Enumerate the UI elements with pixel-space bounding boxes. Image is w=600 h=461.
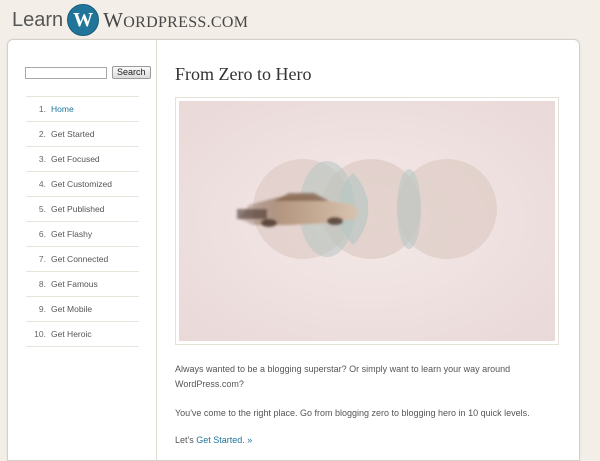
search-button[interactable]: Search (112, 66, 151, 79)
main-panel: Search 1. Home 2. Get Started 3. Get Focuse… (7, 39, 580, 461)
nav-item-get-famous[interactable]: 8. Get Famous (26, 272, 139, 297)
wordpress-logo-icon: W (67, 4, 100, 36)
search-input[interactable] (25, 66, 107, 79)
nav-item-get-focused[interactable]: 3. Get Focused (26, 147, 139, 172)
levels-paragraph: You've come to the right place. Go from … (175, 408, 530, 418)
nav-item-get-connected[interactable]: 7. Get Connected (26, 247, 139, 272)
logo-wordpress-text: WORDPRESS.COM (103, 7, 249, 32)
intro-paragraph: Always wanted to be a blogging superstar… (175, 364, 511, 389)
hero-illustration (179, 101, 555, 341)
get-started-paragraph: Let's Get Started. » (175, 435, 253, 445)
nav-item-get-published[interactable]: 5. Get Published (26, 197, 139, 222)
site-logo[interactable]: Learn W WORDPRESS.COM (12, 4, 248, 36)
hero-image (175, 97, 559, 345)
nav-item-get-mobile[interactable]: 9. Get Mobile (26, 297, 139, 322)
nav-item-get-customized[interactable]: 4. Get Customized (26, 172, 139, 197)
page-title: From Zero to Hero (175, 64, 312, 84)
sidebar: Search 1. Home 2. Get Started 3. Get Focuse… (8, 40, 157, 460)
nav-item-get-flashy[interactable]: 6. Get Flashy (26, 222, 139, 247)
lesson-nav: 1. Home 2. Get Started 3. Get Focused 4. Get… (26, 96, 139, 347)
nav-item-get-heroic[interactable]: 10. Get Heroic (26, 322, 139, 347)
search-form: Search (25, 66, 151, 79)
logo-learn-text: Learn (12, 8, 64, 31)
get-started-link[interactable]: Get Started. » (196, 435, 252, 445)
nav-item-get-started[interactable]: 2. Get Started (26, 122, 139, 147)
nav-item-home[interactable]: 1. Home (26, 97, 139, 122)
